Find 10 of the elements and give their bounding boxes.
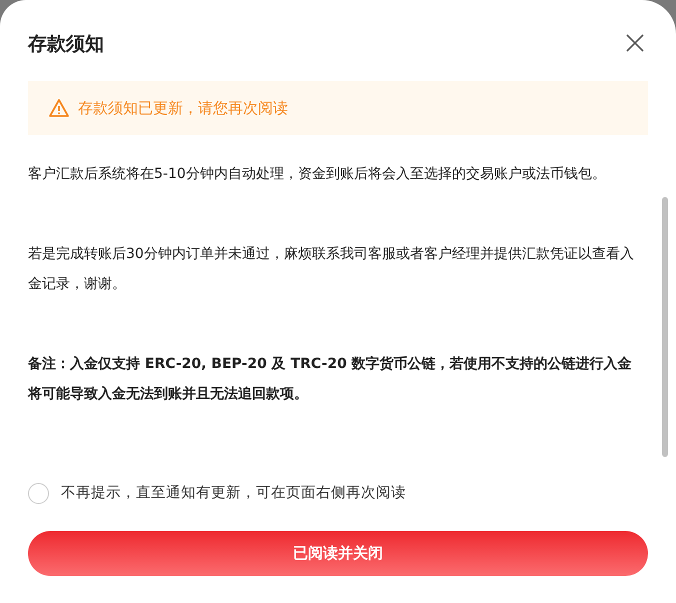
scrollbar[interactable] [662, 197, 668, 457]
dialog-title: 存款须知 [28, 32, 104, 57]
warning-text: 存款须知已更新，请您再次阅读 [78, 98, 288, 119]
note-text: 备注：入金仅支持 ERC-20, BEP-20 及 TRC-20 数字货币公链，若使用不支持的公链进行入金将可能导致入金无法到账并且无法追回款项。 [28, 354, 633, 404]
read-and-close-button[interactable]: 已阅读并关闭 [28, 530, 648, 576]
paragraph: 若是完成转账后30分钟内订单并未通过，麻烦联系我司客服或者客户经理并提供汇款凭证以查看入金记录，谢谢。 [28, 245, 635, 294]
warning-icon [48, 98, 70, 118]
paragraph: 客户汇款后系统将在5-10分钟内自动处理，资金到账后将会入至选择的交易账户或法币钱包。 [28, 165, 607, 184]
checkbox-label: 不再提示，直至通知有更新，可在页面右侧再次阅读 [61, 484, 406, 503]
radio-button[interactable] [28, 483, 49, 504]
